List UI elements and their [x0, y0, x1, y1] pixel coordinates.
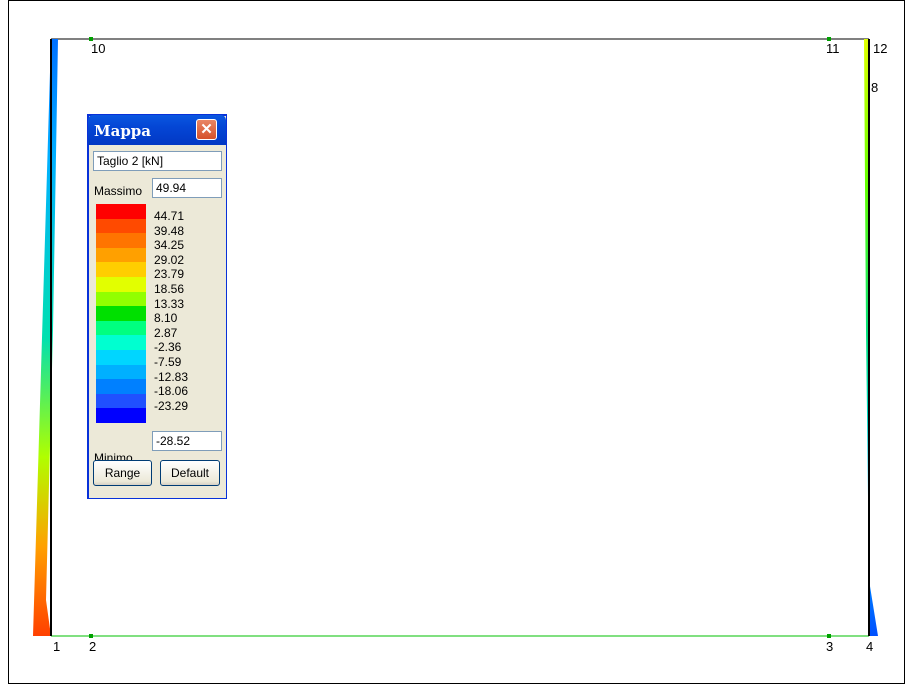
- scale-value: 34.25: [154, 238, 185, 253]
- close-button[interactable]: ✕: [196, 119, 217, 140]
- scale-value: 29.02: [154, 252, 185, 267]
- window-title: Mappa: [94, 122, 152, 140]
- node-label-1: 1: [53, 639, 61, 654]
- node-label-4: 4: [866, 639, 874, 654]
- scale-swatch: [96, 233, 146, 249]
- right-column-shear-diagram: [864, 39, 878, 636]
- scale-swatch: [96, 393, 146, 409]
- min-value-input[interactable]: -28.52: [152, 431, 222, 451]
- scale-value: -23.29: [154, 398, 189, 413]
- scale-value: 18.56: [154, 282, 185, 296]
- scale-swatch: [96, 350, 146, 365]
- scale-swatch: [96, 204, 146, 219]
- default-button[interactable]: Default: [160, 460, 220, 486]
- scale-value: 2.87: [154, 325, 178, 340]
- scale-value: -18.06: [154, 384, 189, 399]
- scale-swatch: [96, 335, 146, 351]
- scale-swatch: [96, 306, 146, 322]
- scale-swatch: [96, 247, 146, 263]
- node-marker[interactable]: [827, 634, 831, 638]
- scale-value: -7.59: [154, 355, 182, 369]
- left-column-shear-diagram: [33, 39, 58, 636]
- scale-swatch: [96, 291, 146, 307]
- scale-swatch: [96, 379, 146, 395]
- node-marker[interactable]: [89, 634, 93, 638]
- node-label-8: 8: [871, 80, 879, 95]
- node-label-3: 3: [826, 639, 834, 654]
- node-label-11: 11: [826, 41, 840, 56]
- scale-value: -12.83: [154, 369, 189, 384]
- node-label-12: 12: [873, 41, 888, 56]
- scale-value: 23.79: [154, 267, 185, 282]
- max-label: Massimo: [94, 184, 143, 198]
- scale-swatch: [96, 218, 146, 234]
- max-value-input[interactable]: 49.94: [152, 178, 222, 198]
- scale-value: 8.10: [154, 311, 178, 326]
- scale-swatch: [96, 408, 146, 424]
- scale-value: 39.48: [154, 223, 185, 238]
- scale-value: 13.33: [154, 296, 185, 311]
- map-palette-window[interactable]: Mappa ✕ Taglio 2 [kN] Massimo 49.94 44.7…: [87, 114, 227, 499]
- scale-swatch: [96, 320, 146, 336]
- scale-swatch: [96, 277, 146, 292]
- scale-swatch: [96, 364, 146, 380]
- title-bar[interactable]: Mappa ✕: [88, 115, 226, 145]
- field-name-box: Taglio 2 [kN]: [93, 151, 222, 171]
- range-button[interactable]: Range: [93, 460, 152, 486]
- scale-swatch: [96, 262, 146, 278]
- scale-value: -2.36: [154, 340, 182, 355]
- node-label-10: 10: [91, 41, 106, 56]
- scale-value: 44.71: [154, 209, 185, 223]
- node-label-2: 2: [89, 639, 97, 654]
- close-icon: ✕: [200, 121, 213, 138]
